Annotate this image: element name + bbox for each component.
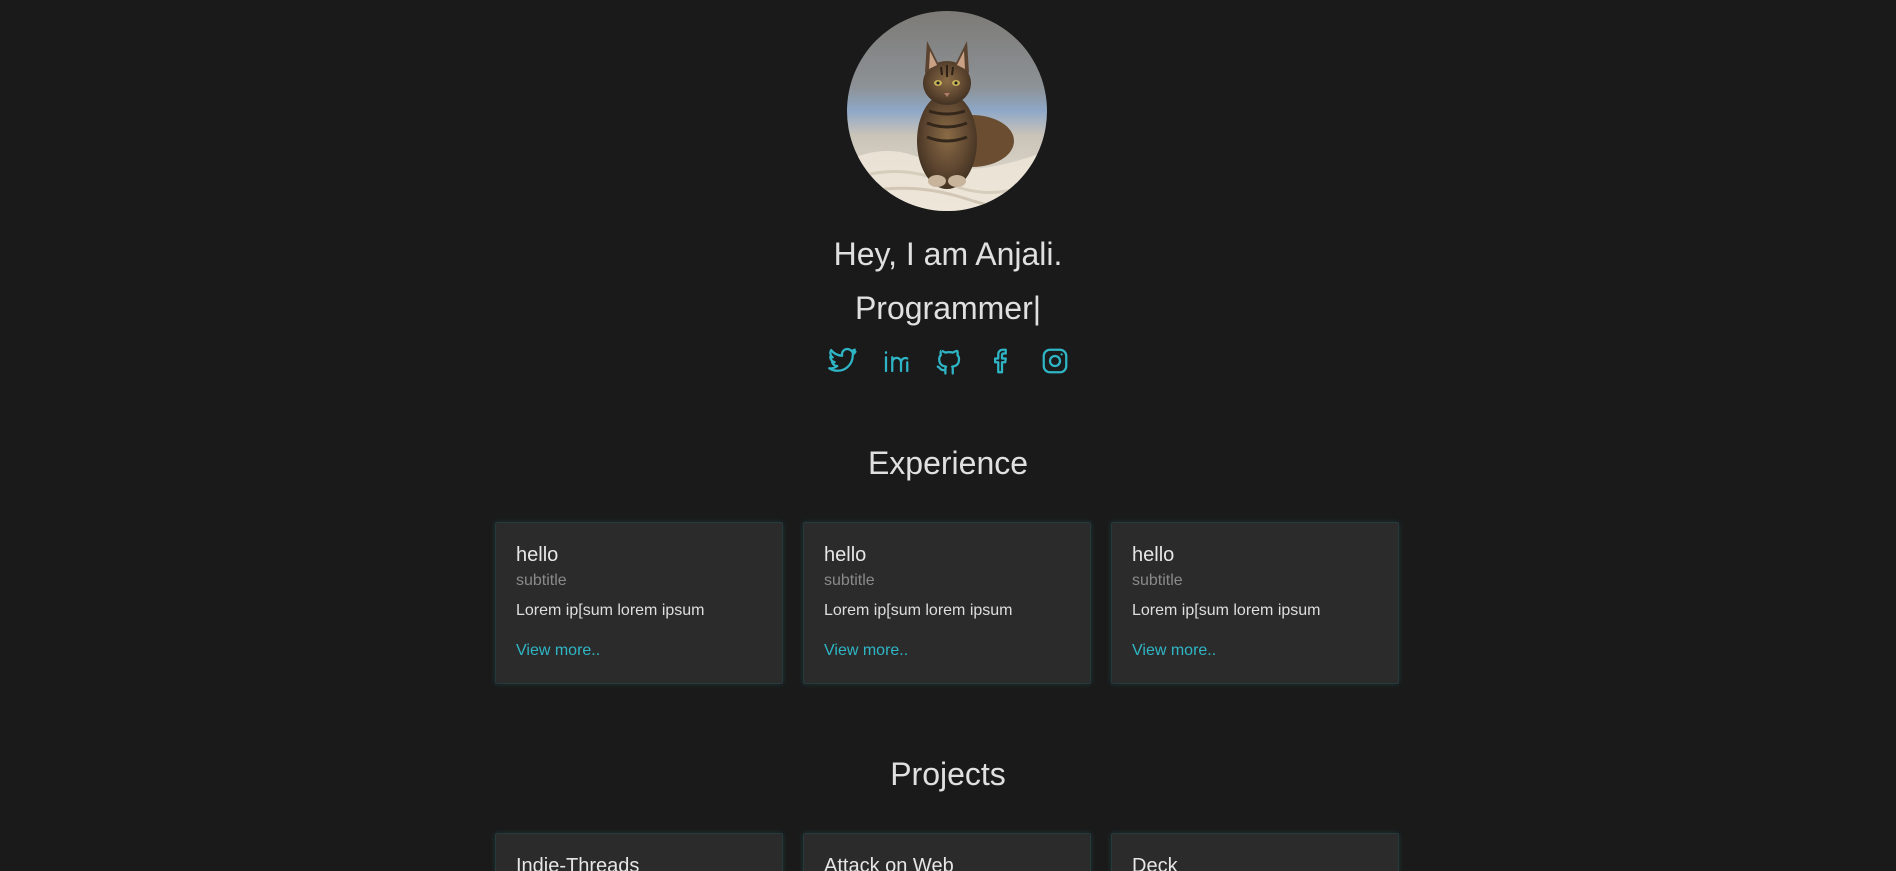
experience-card: hello subtitle Lorem ip[sum lorem ipsum … [1111,522,1399,684]
typing-caret: | [1032,290,1042,326]
project-card[interactable]: Indie-Threads [495,833,783,871]
project-title: Indie-Threads [516,855,640,871]
facebook-icon [994,348,1007,374]
view-more-link[interactable]: View more.. [1132,641,1216,661]
card-title: hello [1132,544,1175,566]
linkedin-link[interactable] [879,344,913,378]
instagram-icon [1042,348,1068,374]
twitter-icon [828,347,857,372]
greeting-heading: Hey, I am Anjali. [833,236,1063,272]
role-typewriter: Programmer| [0,288,1896,328]
card-subtitle: subtitle [824,572,875,589]
role-text: Programmer [854,290,1033,326]
project-title: Deck [1132,855,1178,871]
cat-photo [847,11,1047,211]
github-icon [936,349,961,375]
avatar [847,11,1047,211]
portfolio-page: Hey, I am Anjali. Programmer| Experience… [0,0,1896,871]
github-link[interactable] [932,344,966,378]
view-more-link[interactable]: View more.. [516,641,600,661]
card-subtitle: subtitle [516,572,567,589]
linkedin-icon [884,351,909,373]
facebook-link[interactable] [985,344,1019,378]
card-description: Lorem ip[sum lorem ipsum [824,602,1013,619]
experience-card: hello subtitle Lorem ip[sum lorem ipsum … [495,522,783,684]
project-card[interactable]: Deck [1111,833,1399,871]
project-cards: Indie-Threads Attack on Web Deck [495,833,1399,871]
experience-cards: hello subtitle Lorem ip[sum lorem ipsum … [495,522,1399,684]
experience-card: hello subtitle Lorem ip[sum lorem ipsum … [803,522,1091,684]
view-more-link[interactable]: View more.. [824,641,908,661]
twitter-link[interactable] [826,344,860,378]
project-title: Attack on Web [824,855,954,871]
card-title: hello [824,544,867,566]
social-links [826,344,1072,378]
card-title: hello [516,544,559,566]
card-description: Lorem ip[sum lorem ipsum [1132,602,1321,619]
instagram-link[interactable] [1038,344,1072,378]
experience-heading: Experience [867,445,1029,481]
projects-heading: Projects [890,756,1006,792]
project-card[interactable]: Attack on Web [803,833,1091,871]
card-subtitle: subtitle [1132,572,1183,589]
card-description: Lorem ip[sum lorem ipsum [516,602,705,619]
